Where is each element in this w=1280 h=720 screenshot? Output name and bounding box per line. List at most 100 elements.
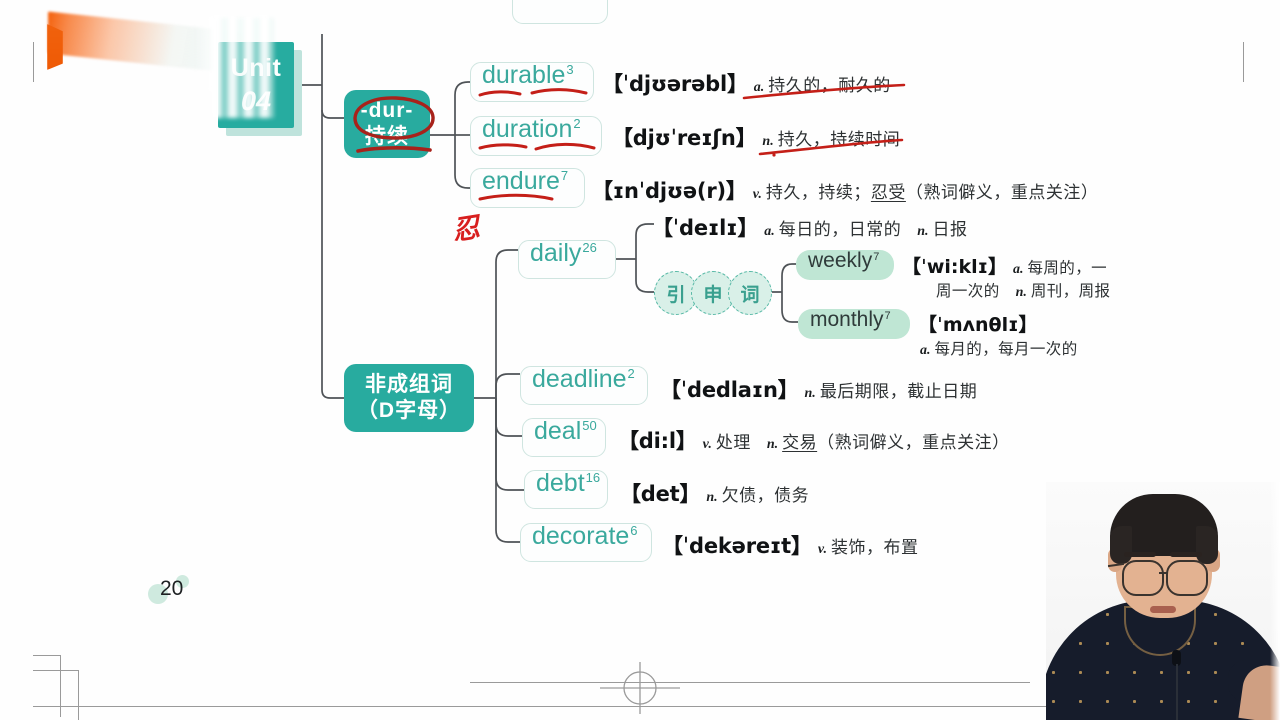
cn-weekly-0: 每周的，一 — [1027, 260, 1108, 277]
cn-weekly-2: 周刊，周报 — [1030, 283, 1111, 300]
cn-endure-tail: （熟词僻义，重点关注） — [905, 183, 1099, 202]
slide-canvas: Unit 04 -dur- 持续 非成组词 （D字母） durable3 【ˈd… — [0, 0, 1280, 720]
cn-daily-1: 日报 — [932, 220, 968, 239]
ipa-decorate: 【ˈdekəreɪt】 — [662, 534, 812, 558]
word-endure-text: endure — [482, 167, 560, 195]
cn-duration-0: 持久，持续时间 — [777, 130, 901, 149]
word-pill-daily[interactable]: daily 26 — [518, 240, 616, 279]
word-decorate-freq: 6 — [630, 523, 638, 538]
word-pill-weekly[interactable]: weekly 7 — [796, 250, 894, 280]
presenter-video[interactable] — [1046, 482, 1280, 720]
definition-weekly-line2: 周一次的 n. 周刊，周报 — [936, 279, 1110, 301]
cn-decorate-0: 装饰，布置 — [831, 538, 919, 557]
ipa-deal: 【di:l】 — [618, 429, 697, 453]
presenter-glasses-left — [1122, 560, 1164, 596]
definition-monthly-line2: a. 每月的，每月一次的 — [914, 337, 1078, 359]
definition-endure: 【ɪnˈdjʊə(r)】 v. 持久，持续；忍受（熟词僻义，重点关注） — [592, 175, 1098, 205]
category-node-nongroup-line2: （D字母） — [356, 399, 462, 422]
word-duration-freq: 2 — [573, 116, 581, 131]
word-deal-text: deal — [534, 417, 582, 445]
word-pill-durable[interactable]: durable 3 — [470, 62, 594, 102]
word-duration-text: duration — [482, 115, 573, 143]
definition-deadline: 【ˈdedlaɪn】 n. 最后期限，截止日期 — [660, 374, 977, 404]
unit-badge-glare — [212, 18, 274, 118]
pos-endure-0: v. — [752, 187, 762, 202]
word-pill-debt[interactable]: debt 16 — [524, 470, 608, 509]
page-number: 20 — [148, 575, 189, 604]
derived-words-label: 引 申 词 — [654, 271, 772, 315]
word-deadline-text: deadline — [532, 365, 627, 393]
presenter-microphone-cord — [1176, 664, 1178, 720]
presenter-eyebrow-right — [1170, 552, 1202, 557]
pos-debt-0: n. — [706, 490, 718, 505]
ipa-durable: 【ˈdjʊərəbl】 — [602, 72, 748, 96]
pos-deal-0: v. — [702, 437, 712, 452]
word-deal-freq: 50 — [582, 418, 597, 433]
definition-decorate: 【ˈdekəreɪt】 v. 装饰，布置 — [662, 530, 919, 560]
word-debt-text: debt — [536, 469, 585, 497]
definition-monthly-line1: 【ˈmʌnθlɪ】 — [918, 310, 1037, 337]
definition-durable: 【ˈdjʊərəbl】 a. 持久的，耐久的 — [602, 68, 891, 98]
ipa-endure: 【ɪnˈdjʊə(r)】 — [592, 179, 747, 203]
page-number-value: 20 — [160, 577, 184, 600]
ipa-daily: 【ˈdeɪlɪ】 — [652, 216, 759, 240]
cn-deal-underlined: 交易 — [782, 433, 818, 452]
word-pill-deadline[interactable]: deadline 2 — [520, 366, 648, 405]
ipa-debt: 【det】 — [620, 482, 701, 506]
definition-daily: 【ˈdeɪlɪ】 a. 每日的，日常的 n. 日报 — [652, 212, 968, 242]
word-endure-freq: 7 — [560, 168, 569, 183]
pos-daily-1: n. — [917, 224, 929, 239]
ipa-deadline: 【ˈdedlaɪn】 — [660, 378, 799, 402]
word-durable-text: durable — [482, 61, 566, 89]
pos-weekly-2: n. — [1015, 285, 1027, 300]
pos-durable-0: a. — [753, 80, 765, 95]
presenter-eyebrow-left — [1124, 552, 1156, 557]
pos-daily-0: a. — [764, 224, 775, 239]
word-daily-freq: 26 — [582, 240, 597, 255]
presenter-edge-fade — [1270, 482, 1280, 720]
word-pill-decorate[interactable]: decorate 6 — [520, 523, 652, 562]
category-node-nongroup-line1: 非成组词 — [365, 372, 453, 396]
presenter-mouth — [1150, 606, 1176, 613]
cn-endure-underlined: 忍受 — [870, 183, 906, 202]
pos-duration-0: n. — [762, 134, 774, 149]
word-pill-monthly[interactable]: monthly 7 — [798, 309, 910, 339]
cn-deadline-0: 最后期限，截止日期 — [819, 382, 978, 401]
word-weekly-text: weekly — [808, 249, 873, 272]
cn-deal-tail: （熟词僻义，重点关注） — [817, 433, 1010, 452]
pos-weekly-0: a. — [1013, 262, 1024, 277]
pos-decorate-0: v. — [817, 542, 828, 557]
cn-endure-0: 持久，持续； — [765, 183, 871, 202]
word-decorate-text: decorate — [532, 522, 630, 550]
word-weekly-freq: 7 — [873, 251, 880, 263]
presenter-glasses-right — [1166, 560, 1208, 596]
cn-weekly-1: 周一次的 — [936, 283, 1000, 300]
word-pill-deal[interactable]: deal 50 — [522, 418, 606, 457]
word-debt-freq: 16 — [585, 470, 601, 485]
word-pill-duration[interactable]: duration 2 — [470, 116, 602, 156]
ipa-weekly: 【ˈwi:klɪ】 — [902, 256, 1007, 278]
category-node-dur[interactable]: -dur- 持续 — [344, 90, 430, 158]
pos-monthly-0: a. — [920, 343, 931, 358]
definition-debt: 【det】 n. 欠债，债务 — [620, 478, 809, 508]
word-durable-freq: 3 — [566, 62, 574, 77]
word-daily-text: daily — [530, 239, 582, 267]
category-node-nongroup[interactable]: 非成组词 （D字母） — [344, 364, 474, 432]
category-node-dur-line1: -dur- — [360, 98, 414, 122]
derive-circle-3: 词 — [728, 271, 772, 315]
cn-durable-0: 持久的，耐久的 — [768, 76, 891, 95]
word-pill-clipped-top[interactable] — [512, 0, 608, 24]
pos-deadline-0: n. — [804, 386, 816, 401]
word-pill-endure[interactable]: endure 7 — [470, 168, 585, 208]
cn-monthly-0: 每月的，每月一次的 — [934, 341, 1078, 358]
definition-deal: 【di:l】 v. 处理 n. 交易（熟词僻义，重点关注） — [618, 425, 1010, 455]
cn-debt-0: 欠债，债务 — [721, 486, 810, 505]
ipa-duration: 【djʊˈreɪʃn】 — [612, 126, 757, 150]
pos-deal-1: n. — [766, 437, 779, 452]
presenter-hair-side-left — [1110, 526, 1132, 564]
ipa-monthly: 【ˈmʌnθlɪ】 — [918, 314, 1038, 336]
word-monthly-text: monthly — [810, 308, 884, 331]
presenter-glasses-bridge — [1159, 572, 1168, 575]
cn-daily-0: 每日的，日常的 — [778, 220, 902, 239]
word-deadline-freq: 2 — [627, 366, 635, 381]
